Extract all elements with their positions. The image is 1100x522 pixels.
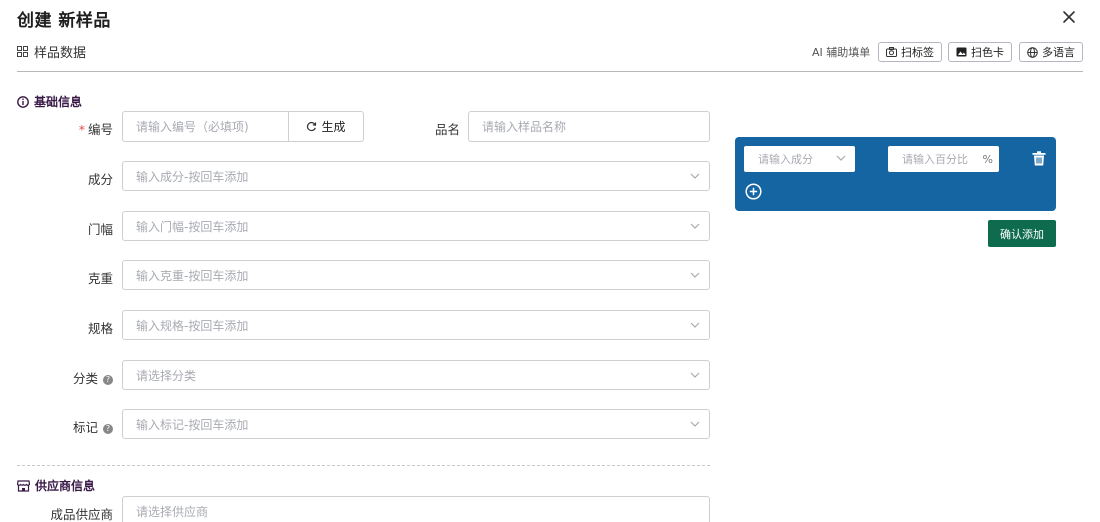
dialog-title: 创建 新样品 bbox=[17, 11, 111, 31]
chevron-down-icon bbox=[690, 322, 700, 328]
name-label: 品名 bbox=[434, 122, 460, 137]
section-basic-info: 基础信息 bbox=[17, 93, 82, 110]
trash-icon[interactable] bbox=[1032, 151, 1046, 170]
supplier-select[interactable]: 请选择供应商 bbox=[122, 496, 710, 522]
refresh-icon bbox=[307, 121, 317, 132]
percent-suffix: % bbox=[982, 152, 993, 166]
section-divider bbox=[17, 465, 710, 466]
width-label: 门幅 bbox=[87, 222, 113, 237]
composition-label: 成分 bbox=[87, 172, 113, 187]
help-icon[interactable]: ? bbox=[103, 375, 113, 385]
grid-icon bbox=[17, 46, 28, 57]
weight-input[interactable]: 输入克重-按回车添加 bbox=[122, 260, 710, 290]
percent-input[interactable]: 请输入百分比 % bbox=[888, 146, 999, 172]
weight-label: 克重 bbox=[87, 271, 113, 286]
section-supplier-info: 供应商信息 bbox=[17, 477, 95, 494]
spec-label: 规格 bbox=[87, 321, 113, 336]
help-icon[interactable]: ? bbox=[103, 424, 113, 434]
chevron-down-icon bbox=[836, 155, 846, 161]
tag-label: 标记? bbox=[40, 417, 113, 436]
store-icon bbox=[17, 479, 30, 492]
category-label: 分类? bbox=[40, 368, 113, 387]
code-label: * 编号 bbox=[78, 122, 113, 137]
ai-assist-label: AI 辅助填单 bbox=[812, 46, 871, 59]
info-icon bbox=[17, 95, 29, 108]
component-select[interactable]: 请输入成分 bbox=[744, 146, 855, 172]
close-icon[interactable] bbox=[1060, 8, 1078, 26]
spec-input[interactable]: 输入规格-按回车添加 bbox=[122, 310, 710, 340]
plus-circle-icon[interactable] bbox=[745, 183, 762, 204]
category-select[interactable]: 请选择分类 bbox=[122, 360, 710, 390]
tag-input[interactable]: 输入标记-按回车添加 bbox=[122, 409, 710, 439]
scan-color-card-button[interactable]: 扫色卡 bbox=[948, 42, 1012, 62]
chevron-down-icon bbox=[690, 421, 700, 427]
image-icon bbox=[956, 47, 967, 57]
chevron-down-icon bbox=[690, 372, 700, 378]
composition-input[interactable]: 输入成分-按回车添加 bbox=[122, 161, 710, 191]
tab-label: 样品数据 bbox=[34, 46, 87, 61]
generate-button[interactable]: 生成 bbox=[288, 111, 364, 142]
code-input[interactable]: 请输入编号（必填项) bbox=[122, 111, 289, 142]
header-divider bbox=[17, 71, 1083, 72]
camera-icon bbox=[886, 47, 897, 57]
confirm-add-button[interactable]: 确认添加 bbox=[988, 220, 1056, 247]
multi-language-button[interactable]: 多语言 bbox=[1019, 42, 1083, 62]
chevron-down-icon bbox=[690, 173, 700, 179]
tab-sample-data[interactable]: 样品数据 bbox=[17, 42, 86, 61]
width-input[interactable]: 输入门幅-按回车添加 bbox=[122, 211, 710, 241]
globe-icon bbox=[1027, 46, 1038, 58]
chevron-down-icon bbox=[690, 272, 700, 278]
chevron-down-icon bbox=[690, 223, 700, 229]
finished-supplier-label: 成品供应商 bbox=[50, 507, 113, 522]
name-input[interactable]: 请输入样品名称 bbox=[468, 111, 710, 142]
scan-label-button[interactable]: 扫标签 bbox=[878, 42, 942, 62]
